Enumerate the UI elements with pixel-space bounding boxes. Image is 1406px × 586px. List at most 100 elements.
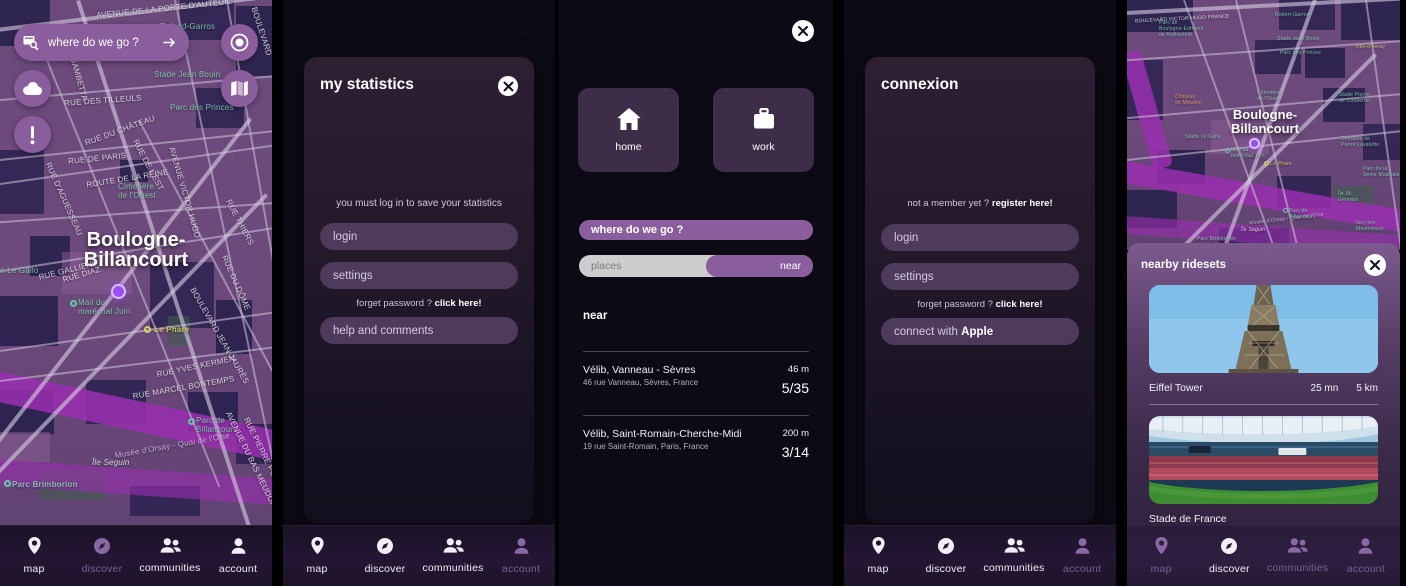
- map-canvas[interactable]: Boulogne- Billancourt BOULEVARD VICTOR HU…: [1127, 0, 1400, 250]
- nav-label: communities: [983, 562, 1045, 574]
- panel-map: Boulogne- Billancourt AVENUE DE LA PORTE …: [0, 0, 272, 586]
- map-poi-marker[interactable]: [70, 300, 77, 307]
- search-bar[interactable]: where do we go ?: [14, 24, 189, 61]
- close-icon[interactable]: [498, 76, 518, 96]
- map-layers-button[interactable]: [221, 70, 258, 107]
- shortcut-work[interactable]: work: [713, 88, 814, 172]
- rideset-item[interactable]: Eiffel Tower 25 mn 5 km: [1127, 276, 1400, 405]
- rideset-item[interactable]: Stade de France: [1127, 405, 1400, 525]
- nav-item-account[interactable]: account: [1332, 537, 1400, 575]
- weather-button[interactable]: [14, 70, 51, 107]
- bottom-nav: map discover communities account: [0, 525, 272, 586]
- person-icon: [231, 537, 246, 559]
- station-row[interactable]: Vélib, Saint-Romain-Cherche-Midi 19 rue …: [583, 428, 809, 460]
- places-near-toggle[interactable]: places near: [579, 255, 813, 277]
- nav-label: discover: [1209, 562, 1250, 575]
- close-icon[interactable]: [1364, 254, 1386, 276]
- map-poi-label: Parc Brimborion: [12, 480, 78, 489]
- nav-item-discover[interactable]: discover: [351, 537, 419, 575]
- toggle-places-label[interactable]: places: [591, 260, 621, 272]
- nav-item-account[interactable]: account: [1048, 537, 1116, 575]
- nav-item-account[interactable]: account: [204, 537, 272, 575]
- forgot-password-link[interactable]: click here: [435, 298, 479, 309]
- arrow-right-icon[interactable]: [163, 36, 178, 49]
- shortcut-label: work: [752, 140, 775, 153]
- nav-label: discover: [925, 562, 967, 575]
- nav-item-communities[interactable]: communities: [136, 538, 204, 574]
- map-canvas[interactable]: Boulogne- Billancourt AVENUE DE LA PORTE …: [0, 0, 272, 586]
- help-field-label: help and comments: [333, 324, 434, 337]
- nav-label: map: [1150, 563, 1172, 575]
- map-poi-marker[interactable]: [1264, 161, 1269, 166]
- nav-item-map[interactable]: map: [0, 537, 68, 575]
- sheet-title: connexion: [881, 76, 959, 93]
- map-poi-label: Issy-les- Moulineaux: [1356, 220, 1384, 232]
- panel-gap: [1116, 0, 1127, 586]
- settings-field[interactable]: settings: [320, 262, 518, 289]
- map-poi-marker[interactable]: [188, 418, 195, 425]
- toggle-near-knob[interactable]: near: [706, 255, 813, 277]
- map-poi-label: Parc de Boulogne-Edmond de Rothschild: [1159, 20, 1204, 38]
- forgot-password-link[interactable]: click here: [996, 299, 1040, 310]
- person-icon: [514, 537, 529, 559]
- nav-item-communities[interactable]: communities: [1264, 538, 1332, 574]
- map-poi-marker[interactable]: [1283, 208, 1288, 213]
- briefcase-icon: [752, 107, 776, 131]
- nav-item-communities[interactable]: communities: [419, 538, 487, 574]
- eiffel-tower-photo[interactable]: [1149, 285, 1378, 373]
- register-link[interactable]: register here: [992, 198, 1050, 209]
- settings-field[interactable]: settings: [881, 263, 1079, 290]
- map-poi-label: Cimetière de l'Ouest: [118, 182, 156, 200]
- nav-item-map[interactable]: map: [283, 537, 351, 575]
- map-poi-marker[interactable]: [144, 326, 151, 333]
- login-field[interactable]: login: [320, 223, 518, 250]
- near-section-title: near: [583, 310, 608, 322]
- where-do-we-go-pill[interactable]: where do we go ?: [579, 220, 813, 240]
- nav-item-discover[interactable]: discover: [68, 537, 136, 575]
- login-field[interactable]: login: [881, 224, 1079, 251]
- nav-item-discover[interactable]: discover: [1195, 537, 1263, 575]
- forgot-password-suffix: !: [478, 298, 482, 309]
- map-poi-label: Stade Pierre de Coubertin: [1339, 92, 1371, 104]
- list-divider: [583, 415, 809, 416]
- map-poi-label: Parc Brimborion: [1197, 236, 1236, 242]
- panel-connexion: connexion not a member yet ? register he…: [844, 0, 1116, 586]
- home-icon: [616, 107, 642, 131]
- forgot-password-row: forget password ? click here!: [881, 299, 1079, 310]
- connect-with-apple-field[interactable]: connect with Apple: [881, 318, 1079, 345]
- nav-item-map[interactable]: map: [844, 537, 912, 575]
- nav-item-discover[interactable]: discover: [912, 537, 980, 575]
- compass-icon: [94, 537, 110, 559]
- alerts-button[interactable]: [14, 116, 51, 153]
- login-field-label: login: [333, 230, 358, 243]
- stade-de-france-photo[interactable]: [1149, 416, 1378, 504]
- map-poi-marker[interactable]: [4, 480, 11, 487]
- list-divider: [583, 351, 809, 352]
- shortcut-home[interactable]: home: [578, 88, 679, 172]
- close-icon[interactable]: [792, 20, 814, 42]
- nav-label: discover: [364, 562, 406, 575]
- register-suffix: !: [1049, 198, 1053, 209]
- map-poi-label: Cimetière de l'Ouest: [1257, 90, 1282, 102]
- station-address: 19 rue Saint-Romain, Paris, France: [583, 442, 709, 451]
- map-poi-label: Ville-d'Avray: [1355, 44, 1386, 50]
- register-row: not a member yet ? register here!: [881, 198, 1079, 209]
- map-poi-label: Robert-Garros: [1275, 12, 1310, 18]
- panel-my-statistics: my statistics you must log in to save yo…: [283, 0, 555, 586]
- nav-item-account[interactable]: account: [487, 537, 555, 575]
- map-poi-label: Stade Jean Bouin: [1277, 36, 1320, 42]
- station-availability: 5/35: [781, 380, 809, 396]
- map-poi-marker[interactable]: [1225, 148, 1230, 153]
- cloud-icon: [22, 81, 43, 96]
- panel-where-do-we-go: home work where do we go ? places near n…: [559, 0, 833, 586]
- nav-item-map[interactable]: map: [1127, 537, 1195, 575]
- nav-label: account: [501, 562, 541, 575]
- station-address: 46 rue Vanneau, Sèvres, France: [583, 378, 699, 387]
- station-row[interactable]: Vélib, Vanneau - Sèvres 46 rue Vanneau, …: [583, 364, 809, 396]
- help-and-comments-field[interactable]: help and comments: [320, 317, 518, 344]
- rideset-duration: 25 mn: [1310, 382, 1339, 394]
- search-input[interactable]: where do we go ?: [48, 37, 155, 49]
- connexion-sheet: connexion not a member yet ? register he…: [865, 57, 1095, 523]
- locate-button[interactable]: [221, 24, 258, 61]
- nav-item-communities[interactable]: communities: [980, 538, 1048, 574]
